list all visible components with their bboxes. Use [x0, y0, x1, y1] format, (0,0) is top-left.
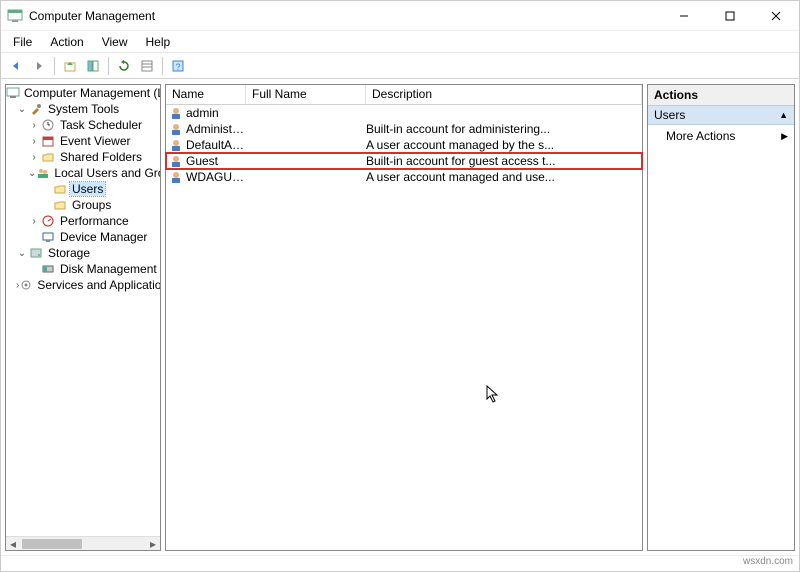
user-icon: [168, 121, 184, 137]
expander-closed-icon[interactable]: ›: [28, 152, 40, 163]
user-description: Built-in account for administering...: [366, 122, 642, 136]
expander-open-icon[interactable]: ⌄: [28, 168, 36, 179]
user-icon: [168, 105, 184, 121]
column-name[interactable]: Name: [166, 85, 246, 104]
expander-closed-icon[interactable]: ›: [28, 136, 40, 147]
actions-title: Actions: [648, 85, 794, 106]
column-description[interactable]: Description: [366, 85, 642, 104]
tree-services-apps[interactable]: ›Services and Applications: [16, 277, 160, 293]
tree-performance[interactable]: ›Performance: [28, 213, 160, 229]
svg-text:?: ?: [175, 62, 180, 72]
clock-icon: [40, 117, 56, 133]
scroll-left-icon[interactable]: ◂: [6, 537, 20, 551]
tree-local-users-groups[interactable]: ⌄Local Users and Groups: [28, 165, 160, 181]
computer-management-window: Computer Management File Action View Hel…: [0, 0, 800, 572]
list-item[interactable]: admin: [166, 105, 642, 121]
actions-section-users[interactable]: Users ▲: [648, 106, 794, 125]
scroll-right-icon[interactable]: ▸: [146, 537, 160, 551]
toolbar-separator: [108, 57, 109, 75]
menu-view[interactable]: View: [94, 33, 136, 51]
user-icon: [168, 169, 184, 185]
device-icon: [40, 229, 56, 245]
minimize-button[interactable]: [661, 1, 707, 31]
tree-system-tools[interactable]: ⌄ System Tools: [16, 101, 160, 117]
user-name: Administrator: [186, 122, 246, 136]
user-description: A user account managed by the s...: [366, 138, 642, 152]
close-button[interactable]: [753, 1, 799, 31]
tree-pane[interactable]: Computer Management (Local ⌄ System Tool…: [5, 84, 161, 551]
footer: wsxdn.com: [1, 555, 799, 571]
body: Computer Management (Local ⌄ System Tool…: [1, 79, 799, 555]
list-pane[interactable]: Name Full Name Description adminAdminist…: [165, 84, 643, 551]
back-button[interactable]: [5, 55, 27, 77]
user-icon: [168, 137, 184, 153]
expander-open-icon[interactable]: ⌄: [16, 248, 28, 259]
event-icon: [40, 133, 56, 149]
list-item[interactable]: Guest Built-in account for guest access t…: [166, 153, 642, 169]
collapse-icon[interactable]: ▲: [779, 110, 788, 120]
show-hide-tree-button[interactable]: [82, 55, 104, 77]
list-item[interactable]: Administrator Built-in account for admini…: [166, 121, 642, 137]
computer-icon: [6, 85, 20, 101]
folder-share-icon: [40, 149, 56, 165]
user-name: DefaultAcco...: [186, 138, 246, 152]
export-list-button[interactable]: [136, 55, 158, 77]
refresh-button[interactable]: [113, 55, 135, 77]
forward-button[interactable]: [28, 55, 50, 77]
tree-root[interactable]: Computer Management (Local: [6, 85, 160, 101]
menu-help[interactable]: Help: [138, 33, 179, 51]
tree-groups[interactable]: Groups: [52, 197, 160, 213]
performance-icon: [40, 213, 56, 229]
expander-open-icon[interactable]: ⌄: [16, 104, 28, 115]
user-name: WDAGUtility...: [186, 170, 246, 184]
services-icon: [19, 277, 33, 293]
folder-icon: [52, 197, 68, 213]
maximize-button[interactable]: [707, 1, 753, 31]
storage-icon: [28, 245, 44, 261]
help-button[interactable]: ?: [167, 55, 189, 77]
window-title: Computer Management: [29, 9, 661, 23]
chevron-right-icon: ▶: [781, 131, 788, 142]
list-item[interactable]: WDAGUtility... A user account managed and…: [166, 169, 642, 185]
list-header: Name Full Name Description: [166, 85, 642, 105]
user-name: Guest: [186, 154, 246, 168]
user-description: Built-in account for guest access t...: [366, 154, 642, 168]
scroll-thumb[interactable]: [22, 539, 82, 549]
expander-closed-icon[interactable]: ›: [28, 216, 40, 227]
toolbar: ?: [1, 53, 799, 79]
tree-disk-management[interactable]: Disk Management: [40, 261, 160, 277]
tree-event-viewer[interactable]: ›Event Viewer: [28, 133, 160, 149]
menubar: File Action View Help: [1, 31, 799, 53]
user-name: admin: [186, 106, 246, 120]
app-icon: [7, 8, 23, 24]
actions-more[interactable]: More Actions ▶: [648, 125, 794, 147]
users-groups-icon: [36, 165, 50, 181]
tree-task-scheduler[interactable]: ›Task Scheduler: [28, 117, 160, 133]
user-icon: [168, 153, 184, 169]
disk-icon: [40, 261, 56, 277]
toolbar-separator: [54, 57, 55, 75]
user-description: A user account managed and use...: [366, 170, 642, 184]
titlebar: Computer Management: [1, 1, 799, 31]
menu-action[interactable]: Action: [42, 33, 91, 51]
list-item[interactable]: DefaultAcco... A user account managed by …: [166, 137, 642, 153]
expander-closed-icon[interactable]: ›: [28, 120, 40, 131]
tree-device-manager[interactable]: Device Manager: [28, 229, 160, 245]
tree-horizontal-scrollbar[interactable]: ◂ ▸: [6, 536, 160, 550]
column-full-name[interactable]: Full Name: [246, 85, 366, 104]
cursor-icon: [486, 385, 500, 405]
actions-pane: Actions Users ▲ More Actions ▶: [647, 84, 795, 551]
folder-icon: [52, 181, 68, 197]
tree-storage[interactable]: ⌄Storage: [16, 245, 160, 261]
tools-icon: [28, 101, 44, 117]
menu-file[interactable]: File: [5, 33, 40, 51]
tree-users[interactable]: Users: [52, 181, 160, 197]
tree-shared-folders[interactable]: ›Shared Folders: [28, 149, 160, 165]
toolbar-separator: [162, 57, 163, 75]
up-button[interactable]: [59, 55, 81, 77]
